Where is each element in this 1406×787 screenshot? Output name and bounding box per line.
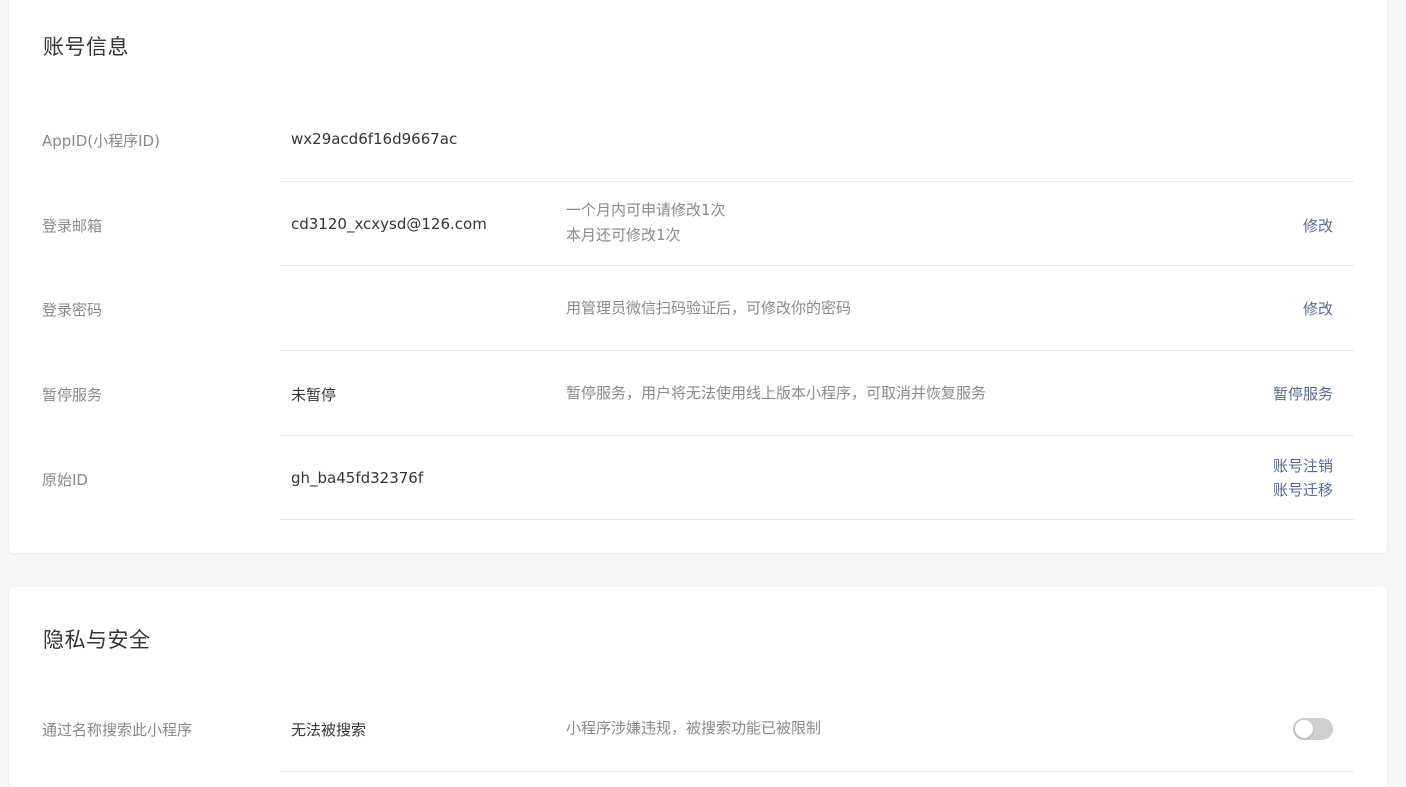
- original-id-label: 原始ID: [42, 471, 88, 489]
- suspend-service-label: 暂停服务: [42, 386, 103, 404]
- account-migrate-link[interactable]: 账号迁移: [1273, 478, 1333, 502]
- login-password-actions: 修改: [1303, 297, 1333, 321]
- privacy-security-title: 隐私与安全: [43, 628, 151, 652]
- login-email-label: 登录邮箱: [42, 217, 103, 235]
- login-password-label: 登录密码: [42, 301, 103, 319]
- search-by-name-desc: 小程序涉嫌违规，被搜索功能已被限制: [566, 719, 822, 737]
- login-email-actions: 修改: [1303, 214, 1333, 238]
- privacy-security-card: 隐私与安全 通过名称搜索此小程序 无法被搜索 小程序涉嫌违规，被搜索功能已被限制: [9, 587, 1387, 787]
- search-by-name-label: 通过名称搜索此小程序: [42, 721, 193, 739]
- suspend-service-row: 暂停服务 未暂停 暂停服务，用户将无法使用线上版本小程序，可取消并恢复服务 暂停…: [9, 351, 1387, 436]
- appid-value: wx29acd6f16d9667ac: [291, 130, 458, 148]
- original-id-value: gh_ba45fd32376f: [291, 469, 424, 487]
- search-by-name-toggle[interactable]: [1293, 718, 1333, 740]
- search-by-name-row: 通过名称搜索此小程序 无法被搜索 小程序涉嫌违规，被搜索功能已被限制: [9, 686, 1387, 772]
- login-password-desc: 用管理员微信扫码验证后，可修改你的密码: [566, 299, 852, 317]
- original-id-row: 原始ID gh_ba45fd32376f 账号注销 账号迁移: [9, 436, 1387, 520]
- account-info-card: 账号信息 AppID(小程序ID) wx29acd6f16d9667ac 登录邮…: [9, 0, 1387, 553]
- toggle-knob: [1295, 720, 1313, 738]
- login-email-desc-line1: 一个月内可申请修改1次: [566, 201, 726, 219]
- suspend-service-desc: 暂停服务，用户将无法使用线上版本小程序，可取消并恢复服务: [566, 384, 987, 402]
- login-email-desc-line2: 本月还可修改1次: [566, 226, 681, 244]
- login-email-value: cd3120_xcxysd@126.com: [291, 215, 487, 233]
- search-by-name-status: 无法被搜索: [291, 721, 367, 739]
- suspend-service-status: 未暂停: [291, 386, 337, 404]
- login-password-row: 登录密码 用管理员微信扫码验证后，可修改你的密码 修改: [9, 266, 1387, 351]
- modify-password-link[interactable]: 修改: [1303, 297, 1333, 321]
- row-divider: [280, 519, 1354, 520]
- account-cancel-link[interactable]: 账号注销: [1273, 454, 1333, 478]
- modify-email-link[interactable]: 修改: [1303, 214, 1333, 238]
- suspend-service-link[interactable]: 暂停服务: [1273, 382, 1333, 406]
- original-id-actions: 账号注销 账号迁移: [1273, 454, 1333, 502]
- account-info-title: 账号信息: [43, 35, 129, 59]
- suspend-service-actions: 暂停服务: [1273, 382, 1333, 406]
- login-email-desc: 一个月内可申请修改1次 本月还可修改1次: [566, 198, 726, 248]
- row-divider: [280, 771, 1354, 772]
- login-email-row: 登录邮箱 cd3120_xcxysd@126.com 一个月内可申请修改1次 本…: [9, 182, 1387, 266]
- appid-row: AppID(小程序ID) wx29acd6f16d9667ac: [9, 96, 1387, 182]
- appid-label: AppID(小程序ID): [42, 132, 160, 150]
